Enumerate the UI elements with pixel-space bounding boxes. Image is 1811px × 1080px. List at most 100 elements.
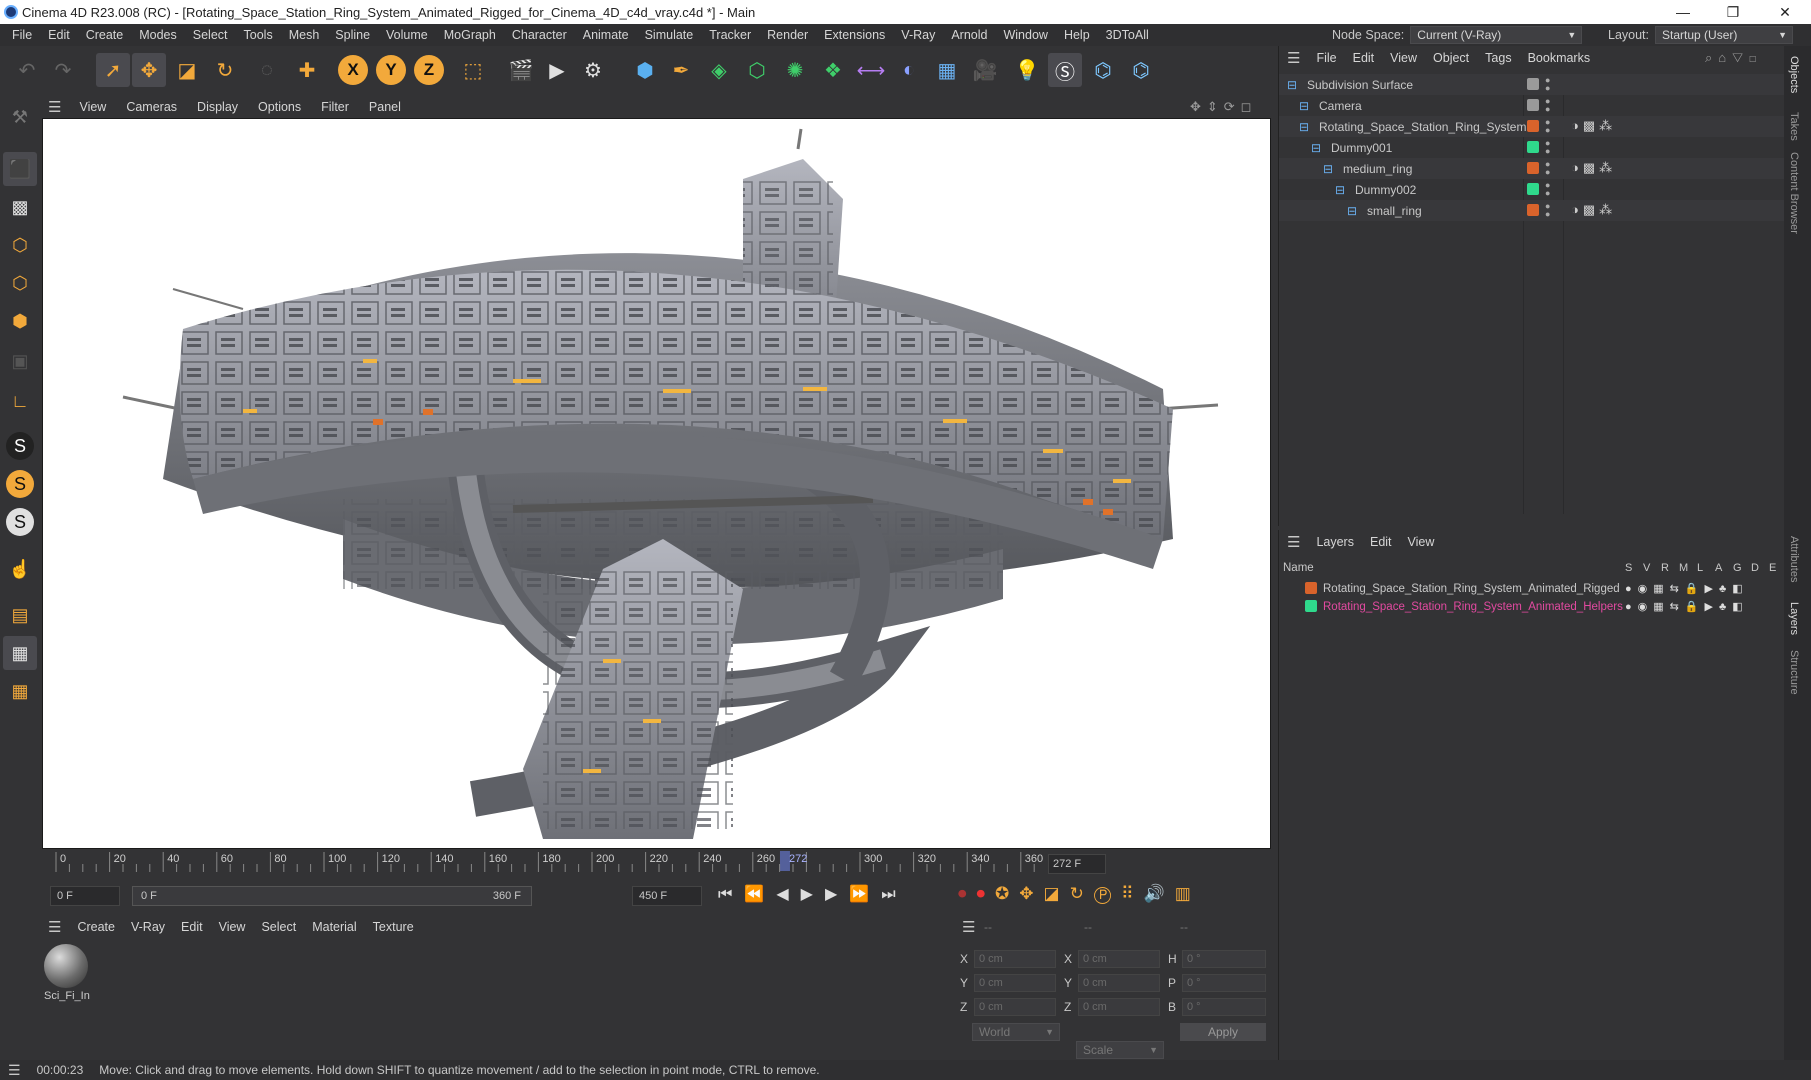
playback-controls[interactable]: ⏮⏪◀▶▶⏩⏭ (718, 884, 908, 904)
subdivision-generator-icon[interactable]: ◈ (702, 53, 736, 87)
next-key-icon[interactable]: ⏩ (849, 886, 881, 903)
edit-icon[interactable] (1527, 99, 1539, 111)
viewport-menu-filter[interactable]: Filter (311, 100, 359, 114)
layer-flag-header[interactable]: V (1643, 562, 1650, 574)
layer-flag-header[interactable]: A (1715, 562, 1722, 574)
visibility-dots-icon[interactable]: ● ● (1545, 118, 1550, 135)
node-space-dropdown[interactable]: Current (V-Ray) ▼ (1410, 26, 1583, 44)
menu-extensions[interactable]: Extensions (816, 28, 893, 42)
menu-mograph[interactable]: MoGraph (436, 28, 504, 42)
layer-name[interactable]: Rotating_Space_Station_Ring_System_Anima… (1323, 601, 1623, 613)
menu-select[interactable]: Select (185, 28, 236, 42)
render-view-icon[interactable]: ▶ (540, 53, 574, 87)
hamburger-icon[interactable]: ☰ (962, 918, 975, 936)
material-menu-vray[interactable]: V-Ray (123, 920, 173, 934)
auto-key-icon[interactable]: ⏺ (977, 884, 996, 903)
workplane-icon[interactable]: ∟ (3, 384, 37, 418)
undo-icon[interactable]: ↶ (10, 53, 44, 87)
snap-icon[interactable]: S (6, 432, 34, 460)
layer-flag-header[interactable]: E (1769, 562, 1776, 574)
visibility-dots-icon[interactable]: ● ● (1545, 202, 1550, 219)
grid-lock-icon[interactable]: ▦ (3, 636, 37, 670)
redo-icon[interactable]: ↷ (46, 53, 80, 87)
tab-layers[interactable]: Layers (1788, 602, 1800, 635)
material-swatch[interactable]: Sci_Fi_In (44, 944, 90, 1004)
menu-3dtoall[interactable]: 3DToAll (1098, 28, 1157, 42)
rot-b-field[interactable]: 0 ° (1182, 998, 1266, 1016)
menu-create[interactable]: Create (78, 28, 132, 42)
viewport-menu-display[interactable]: Display (187, 100, 248, 114)
key-pla-icon[interactable]: ⠿ (1121, 884, 1143, 903)
menu-spline[interactable]: Spline (327, 28, 378, 42)
pen-spline-icon[interactable]: ✒ (664, 53, 698, 87)
object-row[interactable]: ⊟ small_ring ● ● ◑▩⁂ (1279, 200, 1785, 221)
viewport-menu-cameras[interactable]: Cameras (116, 100, 187, 114)
create-object-icon[interactable]: ✚ (290, 53, 324, 87)
hamburger-icon[interactable]: ☰ (40, 918, 69, 936)
field-icon[interactable]: ◐ (892, 53, 926, 87)
object-row[interactable]: ⊟ Rotating_Space_Station_Ring_System ● ● ◑▩⁂ (1279, 116, 1785, 137)
layers-menu-view[interactable]: View (1400, 535, 1443, 549)
layer-flag-header[interactable]: R (1661, 562, 1669, 574)
uv-mode-icon[interactable]: ▣ (3, 344, 37, 378)
size-x-field[interactable]: 0 cm (1078, 950, 1160, 968)
objects-menu-bookmarks[interactable]: Bookmarks (1520, 51, 1599, 65)
z-axis-lock-icon[interactable]: Z (414, 55, 444, 85)
layer-flag-header[interactable]: L (1697, 562, 1703, 574)
tweak-mode-icon[interactable]: ☝ (3, 552, 37, 586)
close-button[interactable]: ✕ (1762, 0, 1808, 24)
objects-menu-tags[interactable]: Tags (1477, 51, 1519, 65)
menu-volume[interactable]: Volume (378, 28, 436, 42)
points-mode-icon[interactable]: ⬡ (3, 228, 37, 262)
material-tags-icon[interactable]: ◑▩⁂ (1571, 160, 1616, 176)
material-menu-create[interactable]: Create (69, 920, 123, 934)
key-parameter-icon[interactable]: Ⓟ (1094, 884, 1121, 903)
objects-menu-object[interactable]: Object (1425, 51, 1477, 65)
object-type-icon[interactable]: ⊟ (1335, 183, 1345, 197)
select-tool-icon[interactable]: ➚ (96, 53, 130, 87)
coordinate-system-icon[interactable]: ⬚ (456, 53, 490, 87)
visibility-dots-icon[interactable]: ● ● (1545, 160, 1550, 177)
floor-icon[interactable]: ▦ (930, 53, 964, 87)
object-type-icon[interactable]: ⊟ (1323, 162, 1333, 176)
visibility-dots-icon[interactable]: ● ● (1545, 76, 1550, 93)
object-type-icon[interactable]: ⊟ (1299, 99, 1309, 113)
keyframe-selection-icon[interactable]: ✪ (995, 884, 1019, 903)
layer-color-swatch[interactable] (1527, 141, 1539, 153)
rot-h-field[interactable]: 0 ° (1182, 950, 1266, 968)
tab-objects[interactable]: Objects (1788, 56, 1800, 93)
grid-rotate-icon[interactable]: ▦ (3, 674, 37, 708)
layer-flag-header[interactable]: M (1679, 562, 1688, 574)
menu-render[interactable]: Render (759, 28, 816, 42)
layer-flag-header[interactable]: D (1751, 562, 1759, 574)
y-axis-lock-icon[interactable]: Y (376, 55, 406, 85)
python-script-icon[interactable]: ⌬ (1124, 53, 1158, 87)
objects-menu-edit[interactable]: Edit (1345, 51, 1383, 65)
rotate-tool-icon[interactable]: ↻ (208, 53, 242, 87)
object-type-icon[interactable]: ⊟ (1347, 204, 1357, 218)
menu-window[interactable]: Window (995, 28, 1055, 42)
size-y-field[interactable]: 0 cm (1078, 974, 1160, 992)
visibility-dots-icon[interactable]: ● ● (1545, 139, 1550, 156)
layer-row[interactable]: Rotating_Space_Station_Ring_System_Anima… (1279, 596, 1785, 617)
sound-icon[interactable]: 🔊 (1144, 884, 1175, 903)
viewport-menu-view[interactable]: View (69, 100, 116, 114)
objects-menu-file[interactable]: File (1308, 51, 1344, 65)
layers-menu-layers[interactable]: Layers (1308, 535, 1362, 549)
layer-flag-header[interactable]: S (1625, 562, 1632, 574)
rot-p-field[interactable]: 0 ° (1182, 974, 1266, 992)
material-menu-material[interactable]: Material (304, 920, 364, 934)
python-icon[interactable]: ⌬ (1086, 53, 1120, 87)
pos-y-field[interactable]: 0 cm (974, 974, 1056, 992)
play-icon[interactable]: ▶ (801, 886, 825, 903)
menu-edit[interactable]: Edit (40, 28, 78, 42)
visibility-dots-icon[interactable]: ● ● (1545, 97, 1550, 114)
object-row[interactable]: ⊟ medium_ring ● ● ◑▩⁂ (1279, 158, 1785, 179)
coord-system-dropdown[interactable]: World ▼ (972, 1023, 1060, 1041)
material-tags-icon[interactable]: ◑▩⁂ (1571, 202, 1616, 218)
polygons-mode-icon[interactable]: ⬢ (3, 304, 37, 338)
preview-range-slider[interactable]: 0 F 360 F (132, 886, 532, 906)
menu-simulate[interactable]: Simulate (637, 28, 702, 42)
material-tags-icon[interactable]: ◑▩⁂ (1571, 118, 1616, 134)
vray-icon[interactable]: Ⓢ (1048, 53, 1082, 87)
